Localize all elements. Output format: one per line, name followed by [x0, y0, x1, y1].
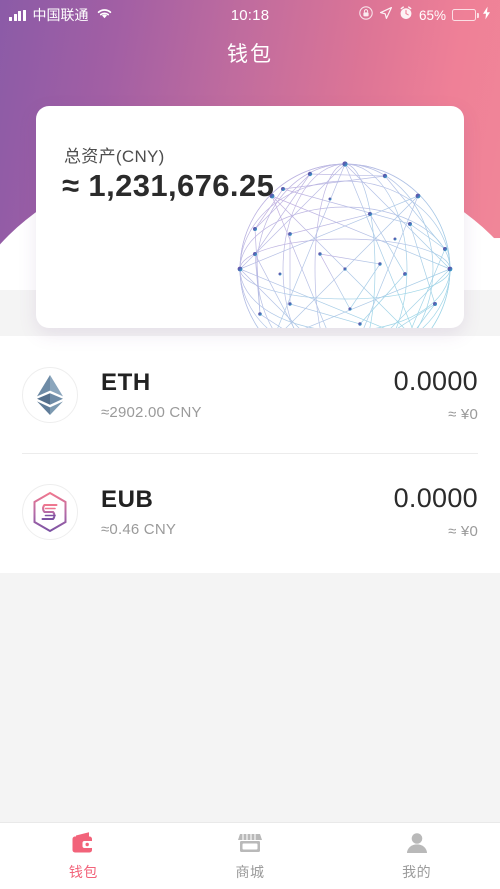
rotation-lock-icon [359, 6, 373, 24]
tab-store[interactable]: 商城 [167, 823, 334, 889]
asset-list: ETH ≈2902.00 CNY 0.0000 ≈ ¥0 EUB ≈0.46 C… [0, 336, 500, 573]
coin-fiat-value: ≈ ¥0 [448, 406, 478, 423]
ethereum-icon [22, 366, 78, 423]
store-icon [237, 830, 263, 856]
lightning-bolt-icon [482, 6, 491, 24]
coin-symbol: ETH [101, 368, 151, 396]
coin-balance: 0.0000 [393, 366, 478, 396]
coin-info: EUB ≈0.46 CNY [101, 486, 176, 538]
coin-symbol: EUB [101, 485, 154, 513]
tab-profile[interactable]: 我的 [333, 823, 500, 889]
coin-amounts: 0.0000 ≈ ¥0 [394, 483, 478, 540]
tab-label: 商城 [235, 864, 265, 880]
battery-icon [452, 9, 479, 21]
person-icon [404, 830, 430, 856]
coin-info: ETH ≈2902.00 CNY [101, 369, 202, 421]
list-item[interactable]: ETH ≈2902.00 CNY 0.0000 ≈ ¥0 [0, 336, 500, 453]
page-title: 钱包 [227, 43, 273, 66]
wireframe-globe-network-icon [237, 161, 453, 328]
alarm-clock-icon [399, 6, 413, 24]
wallet-app-screen: 中国联通 10:18 65% 钱包 总资产(CNY) ≈ 1,231,676.2… [0, 0, 500, 889]
tab-label: 我的 [402, 864, 432, 880]
list-item[interactable]: EUB ≈0.46 CNY 0.0000 ≈ ¥0 [0, 453, 500, 570]
tab-label: 钱包 [68, 864, 98, 880]
wallet-icon [70, 830, 96, 856]
coin-amounts: 0.0000 ≈ ¥0 [394, 366, 478, 423]
coin-balance: 0.0000 [393, 483, 478, 513]
coin-price: ≈2902.00 CNY [101, 403, 202, 421]
status-bar: 中国联通 10:18 65% [0, 0, 500, 30]
total-balance-label: 总资产(CNY) [64, 147, 165, 166]
bottom-tab-bar: 钱包 商城 我的 [0, 822, 500, 889]
coin-price: ≈0.46 CNY [101, 520, 177, 538]
location-arrow-icon [379, 6, 393, 24]
coin-fiat-value: ≈ ¥0 [448, 523, 478, 540]
battery-percent-label: 65% [418, 7, 446, 23]
status-bar-right: 65% [359, 6, 491, 24]
eub-hexagon-icon [22, 483, 78, 540]
total-balance-card[interactable]: 总资产(CNY) ≈ 1,231,676.25 [36, 106, 464, 328]
tab-wallet[interactable]: 钱包 [0, 823, 167, 889]
